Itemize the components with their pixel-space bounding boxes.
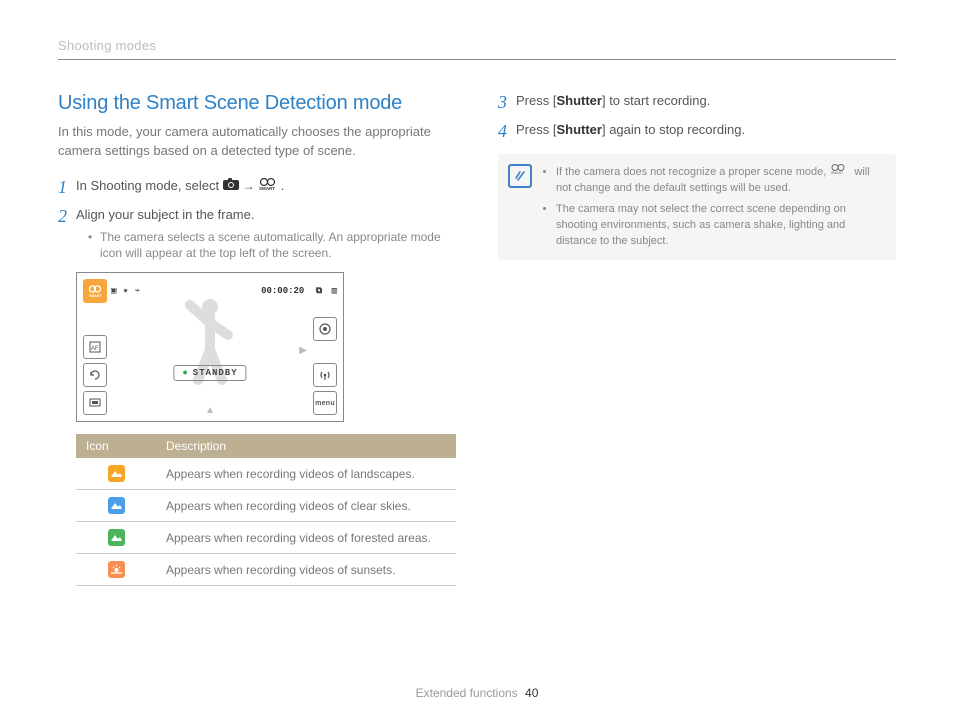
- smart-badge-icon: SMART: [83, 279, 107, 303]
- step-2: 2 Align your subject in the frame. The c…: [58, 206, 456, 262]
- note-bullet-2: The camera may not select the correct sc…: [556, 202, 882, 250]
- note-bullet-1: If the camera does not recognize a prope…: [556, 164, 882, 197]
- sd-card-icon: ⧉: [316, 286, 322, 296]
- forest-icon: [108, 529, 125, 546]
- lcd-target-icon: [313, 317, 337, 341]
- sky-icon: [108, 497, 125, 514]
- table-head-desc: Description: [156, 434, 456, 458]
- lcd-refresh-icon: [83, 363, 107, 387]
- step-number: 4: [498, 118, 507, 144]
- chevron-right-icon: ▶: [299, 345, 307, 356]
- step-number: 2: [58, 203, 67, 229]
- table-row: Appears when recording videos of landsca…: [76, 458, 456, 490]
- svg-text:SMART: SMART: [89, 294, 102, 298]
- camera-icon: [223, 177, 239, 196]
- table-cell: Appears when recording videos of clear s…: [156, 490, 456, 522]
- smart-icon: SMART: [259, 177, 281, 196]
- table-row: Appears when recording videos of clear s…: [76, 490, 456, 522]
- chevron-up-icon: ▲: [205, 405, 215, 416]
- table-row: Appears when recording videos of foreste…: [76, 522, 456, 554]
- step-number: 3: [498, 89, 507, 115]
- step-2-sub: The camera selects a scene automatically…: [88, 229, 456, 263]
- lcd-antenna-icon: [313, 363, 337, 387]
- lcd-menu-icon: menu: [313, 391, 337, 415]
- step-2-text: Align your subject in the frame.: [76, 207, 254, 222]
- svg-text:SMART: SMART: [259, 186, 275, 190]
- left-column: Using the Smart Scene Detection mode In …: [58, 92, 456, 586]
- step-1-text-a: In Shooting mode, select: [76, 178, 223, 193]
- lcd-top-icons: ▣ ✷ ⌁: [111, 286, 141, 296]
- right-column: 3 Press [Shutter] to start recording. 4 …: [498, 92, 896, 586]
- smart-inline-icon: SMART: [831, 164, 849, 180]
- step-3: 3 Press [Shutter] to start recording.: [498, 92, 896, 111]
- svg-text:SMART: SMART: [831, 171, 844, 174]
- arrow-icon: →: [243, 179, 255, 193]
- section-title: Using the Smart Scene Detection mode: [58, 92, 456, 115]
- table-cell: Appears when recording videos of sunsets…: [156, 554, 456, 586]
- note-icon: [508, 164, 532, 188]
- step-number: 1: [58, 174, 67, 200]
- svg-text:AF: AF: [91, 346, 99, 352]
- page-number: 40: [525, 686, 538, 700]
- table-cell: Appears when recording videos of foreste…: [156, 522, 456, 554]
- table-cell: Appears when recording videos of landsca…: [156, 458, 456, 490]
- step-1: 1 In Shooting mode, select →SMART.: [58, 177, 456, 196]
- table-head-icon: Icon: [76, 434, 156, 458]
- table-row: Appears when recording videos of sunsets…: [76, 554, 456, 586]
- step-1-text-b: .: [281, 178, 285, 193]
- page-footer: Extended functions 40: [0, 686, 954, 700]
- lcd-display-icon: [83, 391, 107, 415]
- lcd-af-icon: AF: [83, 335, 107, 359]
- footer-label: Extended functions: [416, 686, 518, 700]
- note-box: If the camera does not recognize a prope…: [498, 154, 896, 261]
- icon-description-table: Icon Description Appears when recording …: [76, 434, 456, 586]
- battery-icon: ▥: [332, 286, 337, 296]
- breadcrumb: Shooting modes: [58, 38, 896, 60]
- step-4: 4 Press [Shutter] again to stop recordin…: [498, 121, 896, 140]
- lcd-standby-label: ●STANDBY: [173, 365, 246, 381]
- lcd-timecode: 00:00:20: [261, 286, 304, 296]
- lcd-preview: SMART ▣ ✷ ⌁ 00:00:20 ⧉ ▥: [76, 272, 344, 422]
- section-intro: In this mode, your camera automatically …: [58, 123, 456, 161]
- landscape-icon: [108, 465, 125, 482]
- sunset-icon: [108, 561, 125, 578]
